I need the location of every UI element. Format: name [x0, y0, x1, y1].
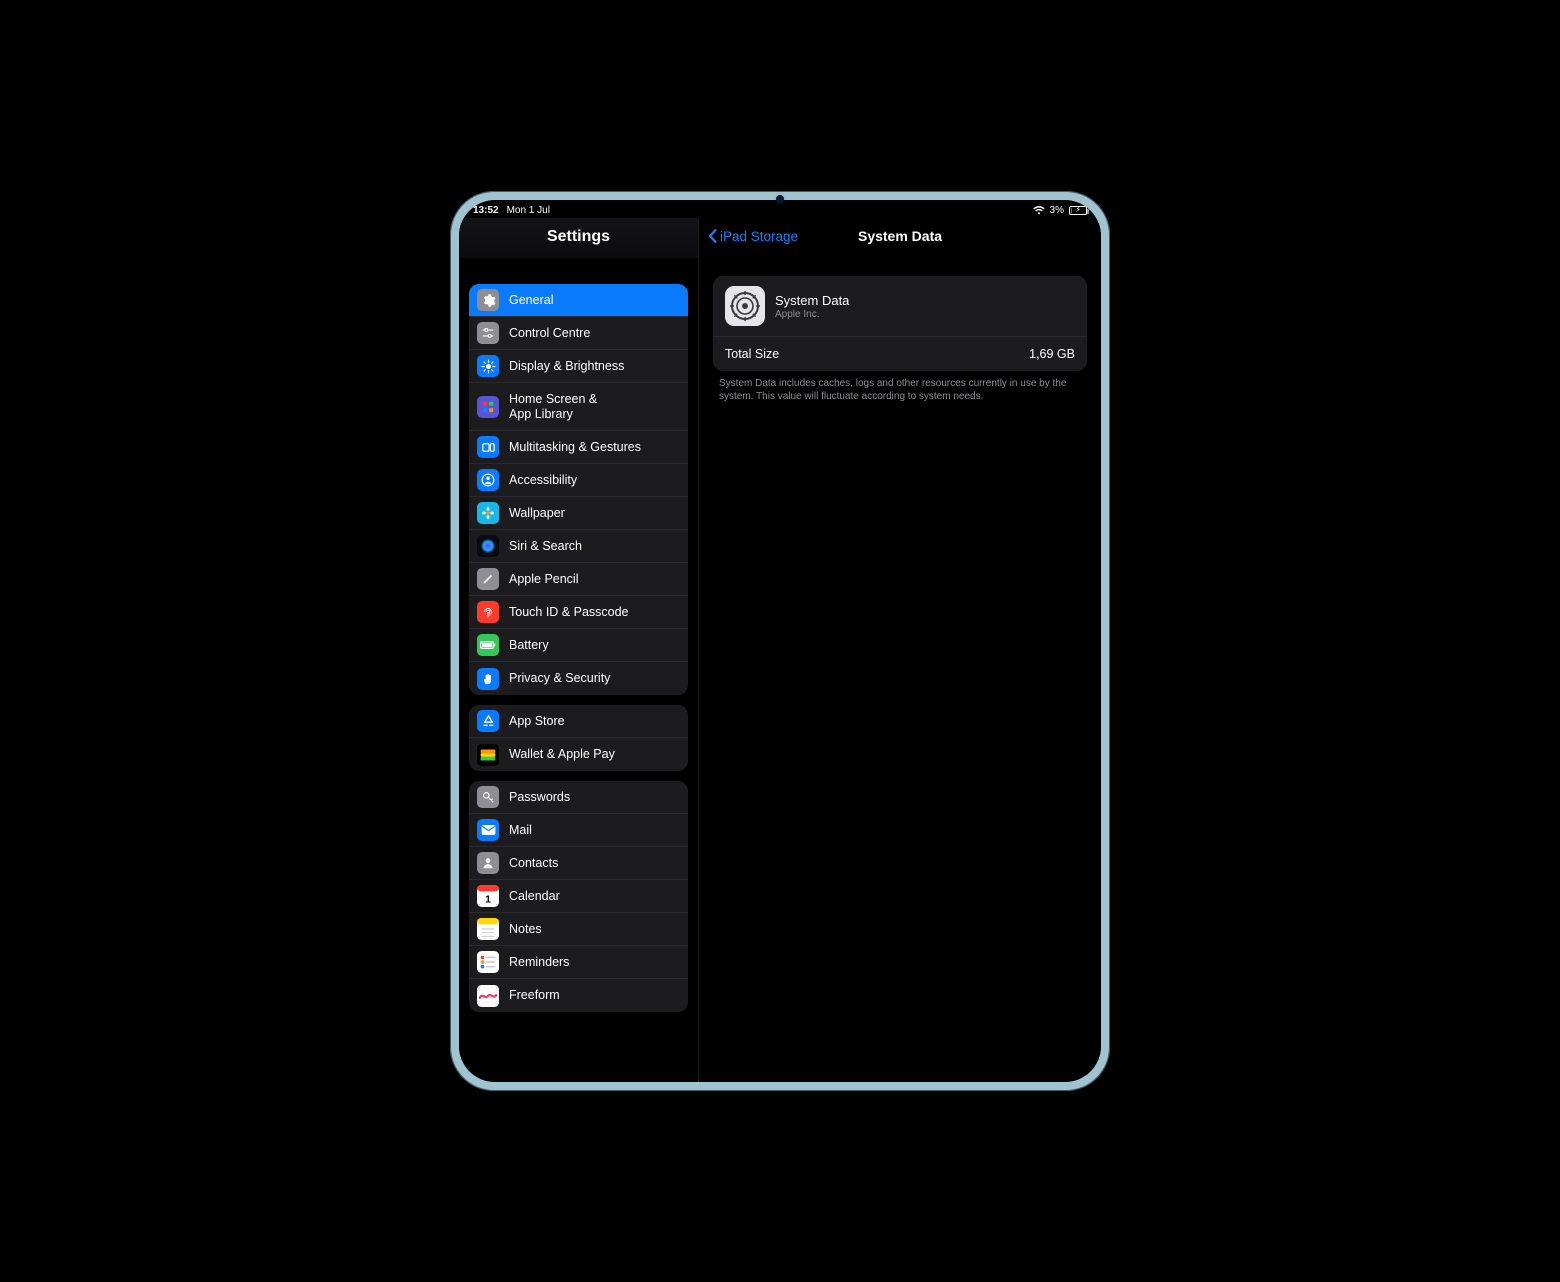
- total-size-row: Total Size 1,69 GB: [713, 337, 1087, 371]
- size-value: 1,69 GB: [1029, 347, 1075, 361]
- sidebar-item-wallet[interactable]: Wallet & Apple Pay: [469, 738, 688, 771]
- general-icon: [477, 289, 499, 311]
- sidebar-item-label: Siri & Search: [509, 539, 582, 553]
- battery-icon: [477, 634, 499, 656]
- sidebar-item-label: Multitasking & Gestures: [509, 440, 641, 454]
- siri-icon: [477, 535, 499, 557]
- sidebar-item-touchid[interactable]: Touch ID & Passcode: [469, 596, 688, 629]
- pencil-icon: [477, 568, 499, 590]
- sidebar-item-label: Calendar: [509, 889, 560, 903]
- sidebar-item-multitask[interactable]: Multitasking & Gestures: [469, 431, 688, 464]
- battery-percent: 3%: [1050, 205, 1064, 216]
- sidebar-item-display[interactable]: Display & Brightness: [469, 350, 688, 383]
- sidebar-item-label: Passwords: [509, 790, 570, 804]
- chevron-left-icon: [707, 228, 719, 244]
- status-date: Mon 1 Jul: [507, 205, 550, 216]
- status-time: 13:52: [473, 205, 499, 216]
- passwords-icon: [477, 786, 499, 808]
- sidebar-item-label: Apple Pencil: [509, 572, 579, 586]
- reminders-icon: [477, 951, 499, 973]
- sidebar-item-mail[interactable]: Mail: [469, 814, 688, 847]
- control-centre-icon: [477, 322, 499, 344]
- sidebar-item-freeform[interactable]: Freeform: [469, 979, 688, 1012]
- sidebar-item-label: General: [509, 293, 553, 307]
- ipad-frame: 13:52 Mon 1 Jul 3% ⚡︎ Settings General Co…: [450, 191, 1110, 1091]
- wallet-icon: [477, 744, 499, 766]
- contacts-icon: [477, 852, 499, 874]
- battery-icon: ⚡︎: [1069, 206, 1087, 215]
- sidebar-item-general[interactable]: General: [469, 284, 688, 317]
- wallpaper-icon: [477, 502, 499, 524]
- sidebar-item-label: Freeform: [509, 988, 560, 1002]
- svg-text:1: 1: [485, 894, 491, 905]
- sidebar-item-label: App Store: [509, 714, 565, 728]
- charging-icon: ⚡︎: [1075, 205, 1081, 214]
- card-title: System Data: [775, 293, 849, 308]
- page-title: System Data: [858, 228, 942, 244]
- settings-app-icon: [725, 286, 765, 326]
- system-data-card: System Data Apple Inc. Total Size 1,69 G…: [713, 276, 1087, 371]
- back-label: iPad Storage: [720, 229, 798, 244]
- freeform-icon: [477, 985, 499, 1007]
- sidebar-item-label: Control Centre: [509, 326, 590, 340]
- size-label: Total Size: [725, 347, 779, 361]
- back-button[interactable]: iPad Storage: [707, 228, 798, 244]
- sidebar-item-label: Battery: [509, 638, 549, 652]
- privacy-icon: [477, 668, 499, 690]
- sidebar-item-label: Notes: [509, 922, 542, 936]
- home-screen-icon: [477, 396, 499, 418]
- sidebar-item-label: Display & Brightness: [509, 359, 624, 373]
- sidebar-item-label: Wallpaper: [509, 506, 565, 520]
- sidebar-item-battery[interactable]: Battery: [469, 629, 688, 662]
- sidebar-item-pencil[interactable]: Apple Pencil: [469, 563, 688, 596]
- sidebar-item-passwords[interactable]: Passwords: [469, 781, 688, 814]
- sidebar-item-calendar[interactable]: 1 Calendar: [469, 880, 688, 913]
- accessibility-icon: [477, 469, 499, 491]
- sidebar-item-accessibility[interactable]: Accessibility: [469, 464, 688, 497]
- detail-header: iPad Storage System Data: [699, 218, 1101, 254]
- detail-pane: iPad Storage System Data: [699, 218, 1101, 1082]
- sidebar-item-notes[interactable]: Notes: [469, 913, 688, 946]
- sidebar-item-home-screen[interactable]: Home Screen &App Library: [469, 383, 688, 431]
- sidebar-item-siri[interactable]: Siri & Search: [469, 530, 688, 563]
- sidebar-item-label: Touch ID & Passcode: [509, 605, 629, 619]
- sidebar[interactable]: Settings General Control Centre Display & …: [459, 218, 699, 1082]
- display-icon: [477, 355, 499, 377]
- sidebar-item-label: Home Screen &App Library: [509, 392, 597, 421]
- sidebar-item-label: Mail: [509, 823, 532, 837]
- sidebar-title: Settings: [459, 218, 698, 258]
- sidebar-item-wallpaper[interactable]: Wallpaper: [469, 497, 688, 530]
- multitask-icon: [477, 436, 499, 458]
- calendar-icon: 1: [477, 885, 499, 907]
- front-camera: [776, 195, 784, 203]
- sidebar-item-contacts[interactable]: Contacts: [469, 847, 688, 880]
- mail-icon: [477, 819, 499, 841]
- sidebar-item-control-centre[interactable]: Control Centre: [469, 317, 688, 350]
- wifi-icon: [1033, 206, 1045, 215]
- sidebar-item-label: Wallet & Apple Pay: [509, 747, 615, 761]
- sidebar-item-reminders[interactable]: Reminders: [469, 946, 688, 979]
- sidebar-item-label: Reminders: [509, 955, 569, 969]
- card-subtitle: Apple Inc.: [775, 309, 849, 320]
- sidebar-item-privacy[interactable]: Privacy & Security: [469, 662, 688, 695]
- notes-icon: [477, 918, 499, 940]
- touchid-icon: [477, 601, 499, 623]
- screen: 13:52 Mon 1 Jul 3% ⚡︎ Settings General Co…: [459, 200, 1101, 1082]
- sidebar-item-label: Contacts: [509, 856, 558, 870]
- footer-text: System Data includes caches, logs and ot…: [713, 371, 1087, 403]
- appstore-icon: [477, 710, 499, 732]
- sidebar-item-appstore[interactable]: App Store: [469, 705, 688, 738]
- sidebar-item-label: Privacy & Security: [509, 671, 610, 685]
- sidebar-item-label: Accessibility: [509, 473, 577, 487]
